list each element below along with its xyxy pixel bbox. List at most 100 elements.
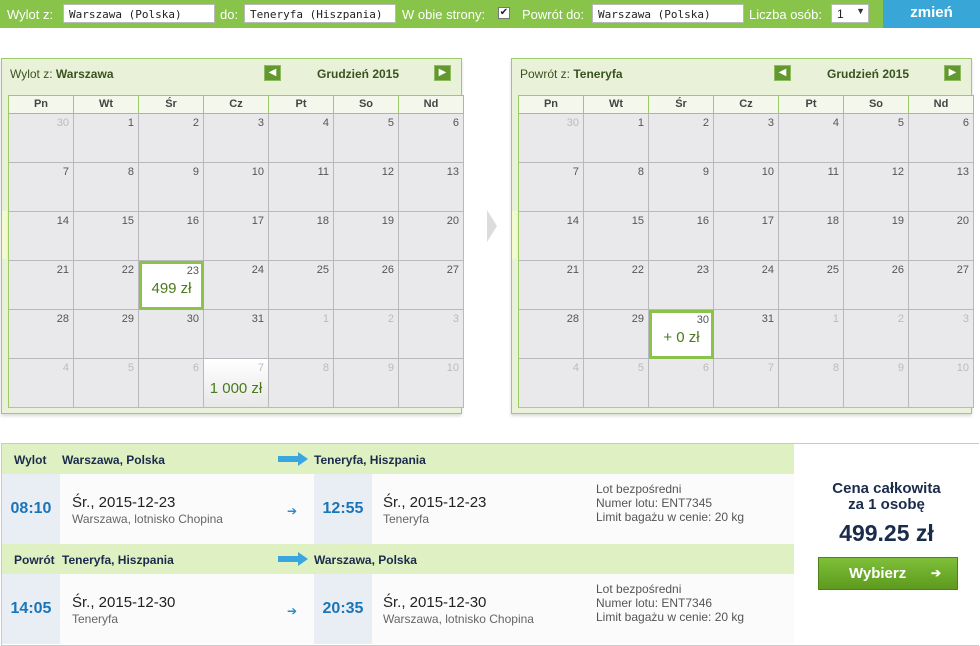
calendar-day[interactable]: 4 xyxy=(9,359,74,408)
calendar-day[interactable]: 7 xyxy=(9,163,74,212)
calendar-day[interactable]: 31 xyxy=(204,310,269,359)
calendar-day[interactable]: 11 xyxy=(779,163,844,212)
calendar-day[interactable]: 24 xyxy=(204,261,269,310)
calendar-day[interactable]: 5 xyxy=(334,114,399,163)
calendar-day[interactable]: 19 xyxy=(844,212,909,261)
calendar-day[interactable]: 6 xyxy=(909,114,974,163)
calendar-day[interactable]: 9 xyxy=(844,359,909,408)
calendar-day[interactable]: 4 xyxy=(779,114,844,163)
leg-label: Powrót xyxy=(14,553,55,567)
calendar-day[interactable]: 2 xyxy=(139,114,204,163)
prev-month-button[interactable]: ◀ xyxy=(264,65,281,81)
calendar-day[interactable]: 21 xyxy=(519,261,584,310)
calendar-day[interactable]: 14 xyxy=(519,212,584,261)
calendar-day[interactable]: 30 xyxy=(9,114,74,163)
calendar-day[interactable]: 17 xyxy=(714,212,779,261)
calendar-day[interactable]: 17 xyxy=(204,212,269,261)
calendar-day[interactable]: 4 xyxy=(519,359,584,408)
calendar-day[interactable]: 9 xyxy=(649,163,714,212)
calendar-day[interactable]: 18 xyxy=(779,212,844,261)
calendar-day[interactable]: 6 xyxy=(649,359,714,408)
calendar-day[interactable]: 15 xyxy=(74,212,139,261)
calendar-day[interactable]: 8 xyxy=(269,359,334,408)
calendar-day[interactable]: 5 xyxy=(74,359,139,408)
calendar-day[interactable]: 10 xyxy=(204,163,269,212)
calendar-day[interactable]: 22 xyxy=(584,261,649,310)
calendar-day[interactable]: 1 xyxy=(74,114,139,163)
calendar-day[interactable]: 19 xyxy=(334,212,399,261)
return-input[interactable]: Warszawa (Polska) xyxy=(592,4,744,23)
calendar-day[interactable]: 25 xyxy=(779,261,844,310)
calendar-day[interactable]: 10 xyxy=(714,163,779,212)
calendar-day[interactable]: 8 xyxy=(779,359,844,408)
flight-info: Lot bezpośredni Numer lotu: ENT7345 Limi… xyxy=(596,482,744,524)
calendar-day[interactable]: 7 xyxy=(519,163,584,212)
calendar-day[interactable]: 11 xyxy=(269,163,334,212)
calendar-day[interactable]: 16 xyxy=(649,212,714,261)
calendar-day[interactable]: 6 xyxy=(399,114,464,163)
prev-month-button[interactable]: ◀ xyxy=(774,65,791,81)
calendar-day[interactable]: 1 xyxy=(584,114,649,163)
calendar-day[interactable]: 12 xyxy=(334,163,399,212)
calendar-day[interactable]: 26 xyxy=(844,261,909,310)
calendar-day[interactable]: 8 xyxy=(74,163,139,212)
calendar-day[interactable]: 20 xyxy=(909,212,974,261)
calendar-day[interactable]: 18 xyxy=(269,212,334,261)
calendar-day[interactable]: 24 xyxy=(714,261,779,310)
calendar-day[interactable]: 31 xyxy=(714,310,779,359)
day-number: 15 xyxy=(121,215,134,227)
calendar-day[interactable]: 29 xyxy=(74,310,139,359)
calendar-day[interactable]: 12 xyxy=(844,163,909,212)
calendar-day[interactable]: 20 xyxy=(399,212,464,261)
calendar-day[interactable]: 22 xyxy=(74,261,139,310)
persons-select[interactable]: 1 ▼ xyxy=(831,4,869,23)
calendar-day[interactable]: 27 xyxy=(909,261,974,310)
calendar-day[interactable]: 3 xyxy=(399,310,464,359)
day-number: 4 xyxy=(572,362,579,374)
calendar-day[interactable]: 5 xyxy=(584,359,649,408)
calendar-day[interactable]: 2 xyxy=(334,310,399,359)
calendar-day[interactable]: 9 xyxy=(334,359,399,408)
calendar-day[interactable]: 29 xyxy=(584,310,649,359)
calendar-day[interactable]: 14 xyxy=(9,212,74,261)
calendar-day[interactable]: 2 xyxy=(844,310,909,359)
calendar-day[interactable]: 5 xyxy=(844,114,909,163)
calendar-day[interactable]: 7 xyxy=(714,359,779,408)
calendar-day[interactable]: 28 xyxy=(9,310,74,359)
calendar-day[interactable]: 8 xyxy=(584,163,649,212)
calendar-day[interactable]: 25 xyxy=(269,261,334,310)
calendar-day[interactable]: 13 xyxy=(909,163,974,212)
calendar-day[interactable]: 9 xyxy=(139,163,204,212)
to-input[interactable]: Teneryfa (Hiszpania) xyxy=(244,4,396,23)
next-month-button[interactable]: ▶ xyxy=(944,65,961,81)
departure-place: Teneryfa xyxy=(72,612,119,626)
calendar-day[interactable]: 10 xyxy=(399,359,464,408)
roundtrip-checkbox[interactable]: ✔ xyxy=(498,7,510,19)
calendar-day[interactable]: 13 xyxy=(399,163,464,212)
change-button[interactable]: zmień xyxy=(883,0,980,28)
calendar-day[interactable]: 1 xyxy=(779,310,844,359)
next-month-button[interactable]: ▶ xyxy=(434,65,451,81)
select-button[interactable]: Wybierz ➔ xyxy=(818,557,958,590)
calendar-day[interactable]: 30 xyxy=(519,114,584,163)
calendar-day[interactable]: 3 xyxy=(204,114,269,163)
calendar-day[interactable]: 3 xyxy=(909,310,974,359)
calendar-day[interactable]: 23 xyxy=(649,261,714,310)
calendar-day[interactable]: 28 xyxy=(519,310,584,359)
calendar-day[interactable]: 2 xyxy=(649,114,714,163)
calendar-day[interactable]: 6 xyxy=(139,359,204,408)
calendar-day[interactable]: 15 xyxy=(584,212,649,261)
calendar-day[interactable]: 30 xyxy=(139,310,204,359)
calendar-day[interactable]: 3 xyxy=(714,114,779,163)
calendar-day[interactable]: 4 xyxy=(269,114,334,163)
calendar-day[interactable]: 16 xyxy=(139,212,204,261)
calendar-day-selected[interactable]: 23 499 zł xyxy=(139,261,204,310)
calendar-day[interactable]: 27 xyxy=(399,261,464,310)
calendar-day[interactable]: 10 xyxy=(909,359,974,408)
calendar-day[interactable]: 1 xyxy=(269,310,334,359)
from-input[interactable]: Warszawa (Polska) xyxy=(63,4,215,23)
calendar-day[interactable]: 21 xyxy=(9,261,74,310)
calendar-day[interactable]: 7 1 000 zł xyxy=(204,359,269,408)
calendar-day-selected[interactable]: 30 + 0 zł xyxy=(649,310,714,359)
calendar-day[interactable]: 26 xyxy=(334,261,399,310)
